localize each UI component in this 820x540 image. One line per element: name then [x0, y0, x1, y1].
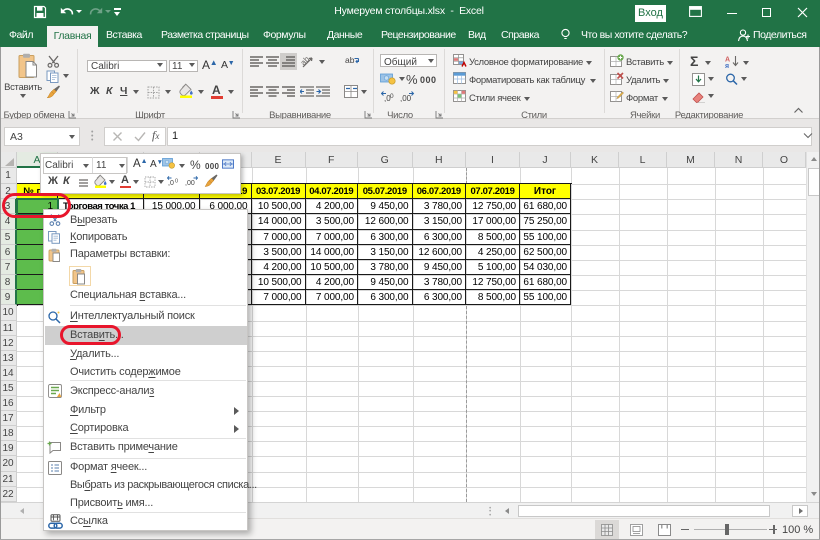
svg-text:0: 0: [175, 179, 178, 185]
svg-text:я: я: [725, 63, 729, 68]
svg-text:ab: ab: [301, 55, 312, 67]
svg-text:0: 0: [390, 93, 394, 100]
svg-text:ab: ab: [345, 55, 355, 65]
svg-text:,0: ,0: [168, 180, 174, 187]
svg-text:,00: ,00: [400, 94, 412, 103]
svg-text:,00: ,00: [185, 180, 195, 187]
